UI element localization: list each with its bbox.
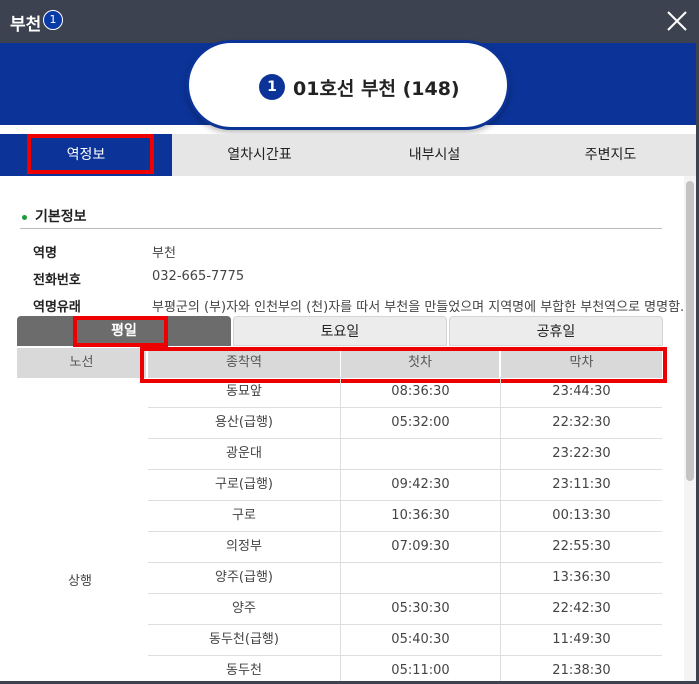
cell-destination: 용산(급행): [215, 415, 273, 430]
day-tab-saturday[interactable]: 토요일: [233, 316, 447, 346]
cell-first-train: 05:30:30: [340, 594, 500, 624]
table-row: 용산(급행) 05:32:00 22:32:30: [148, 408, 662, 439]
table-row: 구로(급행) 09:42:30 23:11:30: [148, 470, 662, 501]
cell-first-train: [340, 439, 500, 469]
cell-last-train: 13:36:30: [500, 563, 662, 593]
cell-last-train: 23:11:30: [500, 470, 662, 500]
cell-destination: 양주(급행): [215, 570, 273, 585]
day-tab-holiday[interactable]: 공휴일: [449, 316, 663, 346]
info-value-origin: 부평군의 (부)자와 인천부의 (천)자를 따서 부천을 만들었으며 지역명에 …: [152, 300, 685, 315]
info-label-origin: 역명유래: [33, 300, 81, 315]
main-tabs: 역정보 열차시간표 내부시설 주변지도: [0, 134, 699, 176]
cell-destination: 광운대: [226, 446, 262, 461]
cell-last-train: 00:13:30: [500, 501, 662, 531]
table-row: 의정부 07:09:30 22:55:30: [148, 532, 662, 563]
table-row: 동두천(급행) 05:40:30 11:49:30: [148, 625, 662, 656]
table-row: 구로 10:36:30 00:13:30: [148, 501, 662, 532]
cell-destination: 동두천: [226, 663, 262, 678]
station-pill: 1 01호선 부천 (148): [186, 40, 510, 130]
title-bar: 부천 1: [0, 0, 699, 43]
cell-destination: 구로(급행): [215, 477, 273, 492]
cell-first-train: [340, 563, 500, 593]
cell-first-train: 05:32:00: [340, 408, 500, 438]
info-label-name: 역명: [33, 246, 57, 261]
cell-first-train: 10:36:30: [340, 501, 500, 531]
table-row: 양주 05:30:30 22:42:30: [148, 594, 662, 625]
col-header-first-train: 첫차: [341, 348, 499, 378]
cell-first-train: 09:42:30: [340, 470, 500, 500]
col-header-line: 노선: [17, 348, 146, 378]
cell-last-train: 22:32:30: [500, 408, 662, 438]
section-basic-info: 기본정보: [22, 206, 87, 226]
cell-last-train: 22:42:30: [500, 594, 662, 624]
col-header-last-train: 막차: [501, 348, 662, 378]
close-icon[interactable]: [664, 8, 690, 34]
col-header-destination: 종착역: [148, 348, 340, 378]
table-row: 동두천 05:11:00 21:38:30: [148, 656, 662, 684]
info-value-phone: 032-665-7775: [152, 269, 245, 284]
scrollbar-thumb[interactable]: [686, 181, 694, 481]
cell-first-train: 05:11:00: [340, 656, 500, 684]
cell-first-train: 08:36:30: [340, 377, 500, 407]
table-row: 동묘앞 08:36:30 23:44:30: [148, 377, 662, 408]
info-value-name: 부천: [152, 246, 176, 261]
cell-last-train: 21:38:30: [500, 656, 662, 684]
bullet-icon: [22, 214, 27, 220]
tab-facilities[interactable]: 내부시설: [347, 134, 522, 176]
table-row: 양주(급행) 13:36:30: [148, 563, 662, 594]
window-title: 부천: [10, 15, 42, 35]
cell-destination: 구로: [232, 508, 256, 523]
cell-last-train: 22:55:30: [500, 532, 662, 562]
title-badge: 1: [43, 10, 63, 30]
direction-label: 상행: [68, 574, 92, 589]
cell-destination: 양주: [232, 601, 256, 616]
line-number-badge: 1: [259, 74, 285, 100]
tab-timetable[interactable]: 열차시간표: [172, 134, 347, 176]
cell-first-train: 05:40:30: [340, 625, 500, 655]
cell-destination: 동묘앞: [226, 384, 262, 399]
cell-destination: 동두천(급행): [209, 632, 279, 647]
tab-station-info[interactable]: 역정보: [0, 134, 172, 176]
cell-last-train: 23:44:30: [500, 377, 662, 407]
cell-destination: 의정부: [226, 539, 262, 554]
cell-last-train: 23:22:30: [500, 439, 662, 469]
tab-nearby-map[interactable]: 주변지도: [522, 134, 699, 176]
cell-last-train: 11:49:30: [500, 625, 662, 655]
table-row: 광운대 23:22:30: [148, 439, 662, 470]
section-divider: [20, 228, 662, 229]
info-label-phone: 전화번호: [33, 273, 81, 288]
cell-first-train: 07:09:30: [340, 532, 500, 562]
station-line-name: 01호선 부천 (148): [293, 78, 460, 100]
day-tab-weekday[interactable]: 평일: [17, 316, 231, 346]
section-basic-info-label: 기본정보: [35, 209, 87, 225]
